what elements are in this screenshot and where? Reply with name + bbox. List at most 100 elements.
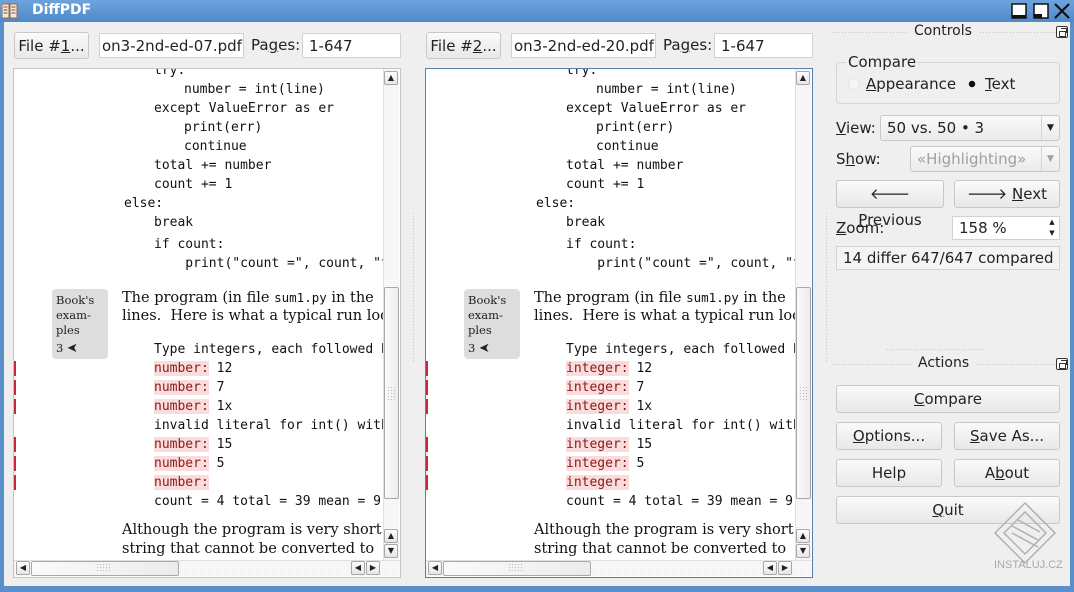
splitter-handle[interactable] — [412, 212, 415, 362]
run-output-line: integer: 12 — [566, 359, 652, 378]
scroll-down-button[interactable]: ▼ — [796, 544, 810, 558]
run-value: 1x — [208, 399, 233, 414]
pages-label-b: es: — [690, 36, 713, 54]
scroll-left-button-2[interactable]: ◀ — [351, 561, 365, 575]
run-output-line: invalid literal for int() with — [154, 416, 389, 435]
previous-button[interactable]: 🡐 Previous — [836, 180, 944, 229]
dock-float-icon[interactable] — [1056, 26, 1068, 38]
spin-arrows-icon[interactable]: ▲ ▼ — [1045, 217, 1059, 239]
help-button[interactable]: Help — [836, 459, 942, 487]
chevron-down-icon: ▼ — [1041, 116, 1059, 140]
scroll-left-button-2[interactable]: ◀ — [763, 561, 777, 575]
appearance-radio-label[interactable]: Appearance — [866, 72, 956, 96]
title-bar[interactable]: DiffPDF — [0, 0, 1074, 22]
left-horizontal-scrollbar[interactable]: ◀ ◀ ▶ — [14, 560, 400, 576]
close-icon[interactable] — [1053, 2, 1071, 20]
restore-icon[interactable] — [1032, 2, 1050, 20]
right-page-content: try: number = int(line) except ValueError … — [426, 69, 812, 577]
run-output-line: number: 15 — [154, 435, 232, 454]
text-radio-label[interactable]: Text — [985, 72, 1015, 96]
grip-icon — [508, 563, 524, 573]
view-key: V — [836, 119, 846, 137]
code-line: break — [566, 215, 606, 230]
left-vertical-scrollbar[interactable]: ▲ ▲ ▼ — [383, 69, 399, 560]
run-output-line: integer: 7 — [566, 378, 644, 397]
diff-marker — [426, 380, 428, 395]
scroll-thumb[interactable] — [384, 287, 399, 499]
text-run: in the — [738, 290, 786, 306]
view-combobox[interactable]: 50 vs. 50 • 3 ▼ — [880, 115, 1060, 141]
arrow-left-icon: ➤ — [66, 341, 78, 356]
saveas-key: S — [970, 427, 980, 445]
code-line: number = int(line) — [596, 82, 737, 97]
scroll-left-button[interactable]: ◀ — [16, 561, 30, 575]
scroll-right-button[interactable]: ▶ — [366, 561, 380, 575]
save-as-button[interactable]: Save As... — [954, 422, 1060, 450]
scroll-down-button[interactable]: ▼ — [384, 544, 398, 558]
maximize-icon[interactable] — [1010, 2, 1028, 20]
file2-button[interactable]: File #2... — [426, 32, 501, 59]
status-display: 14 differ 647/647 compared — [836, 246, 1060, 270]
dock-splitter[interactable] — [886, 348, 986, 351]
right-horizontal-scrollbar[interactable]: ◀ ◀ ▶ — [426, 560, 812, 576]
file2-pages-label: Pages: — [663, 33, 712, 57]
dock-float-icon[interactable] — [1056, 358, 1068, 370]
grip-icon — [799, 386, 809, 400]
zoom-label: Zoom: — [836, 216, 884, 240]
diff-highlight: integer: — [566, 437, 629, 452]
margin-note: Book's exam-ples 3 ➤ — [52, 289, 108, 359]
diff-highlight: number: — [154, 380, 209, 395]
show-a: S — [836, 150, 846, 168]
diff-highlight: integer: — [566, 380, 629, 395]
code-line: try: — [154, 69, 186, 78]
run-value: 12 — [628, 361, 653, 376]
file1-filename-field[interactable]: on3-2nd-ed-07.pdf — [99, 33, 244, 58]
appearance-text: ppearance — [876, 75, 957, 93]
scroll-thumb[interactable] — [796, 287, 811, 499]
pages-label-key: g — [268, 36, 279, 54]
margin-note-line: exam- — [56, 308, 91, 322]
margin-note-ref: 3 ➤ — [468, 341, 516, 356]
file1-pages-field[interactable]: 1-647 — [302, 33, 401, 58]
run-output-line: number: 7 — [154, 378, 224, 397]
h-scroll-thumb[interactable] — [443, 561, 591, 576]
file2-button-ellipsis: ... — [482, 37, 497, 55]
compare-button[interactable]: Compare — [836, 385, 1060, 413]
file1-button[interactable]: File #1... — [14, 32, 89, 59]
grip-icon — [96, 563, 112, 573]
left-page-viewer[interactable]: try: number = int(line) except ValueError … — [13, 68, 401, 578]
about-button[interactable]: About — [954, 459, 1060, 487]
scroll-right-button[interactable]: ▶ — [778, 561, 792, 575]
zoom-spinbox[interactable]: 158 % ▲ ▼ — [952, 216, 1060, 240]
scroll-up-button-2[interactable]: ▲ — [384, 529, 398, 543]
paragraph-line: The program (in file sum1.py in the — [122, 288, 374, 308]
inline-code: sum1.py — [274, 290, 327, 305]
code-line: continue — [184, 139, 247, 154]
scroll-up-button[interactable]: ▲ — [384, 71, 398, 85]
h-scroll-thumb[interactable] — [31, 561, 179, 576]
scroll-up-button[interactable]: ▲ — [796, 71, 810, 85]
file2-pages-field[interactable]: 1-647 — [714, 33, 813, 58]
text-radio[interactable] — [966, 78, 978, 90]
show-combobox[interactable]: «Highlighting» ▼ — [910, 146, 1060, 172]
text-run: The program (in file — [534, 290, 687, 306]
file2-filename-field[interactable]: on3-2nd-ed-20.pdf — [511, 33, 656, 58]
diff-marker — [426, 475, 428, 490]
next-button[interactable]: 🡒 Next — [954, 180, 1060, 208]
quit-text: uit — [944, 501, 964, 519]
show-key: h — [845, 150, 856, 168]
margin-note-number: 3 — [56, 341, 67, 355]
splitter-handle[interactable] — [825, 212, 828, 362]
right-page-viewer[interactable]: try: number = int(line) except ValueError … — [425, 68, 813, 578]
right-vertical-scrollbar[interactable]: ▲ ▲ ▼ — [795, 69, 811, 560]
view-value: 50 vs. 50 • 3 — [887, 119, 985, 137]
appearance-radio[interactable] — [848, 78, 860, 90]
text-text: ext — [991, 75, 1016, 93]
diff-highlight: number: — [154, 361, 209, 376]
options-button[interactable]: Options... — [836, 422, 942, 450]
run-output-line: number: 5 — [154, 454, 224, 473]
scroll-up-button-2[interactable]: ▲ — [796, 529, 810, 543]
paragraph-line: The program (in file sum1.py in the — [534, 288, 786, 308]
run-output-line: invalid literal for int() with — [566, 416, 801, 435]
scroll-left-button[interactable]: ◀ — [428, 561, 442, 575]
